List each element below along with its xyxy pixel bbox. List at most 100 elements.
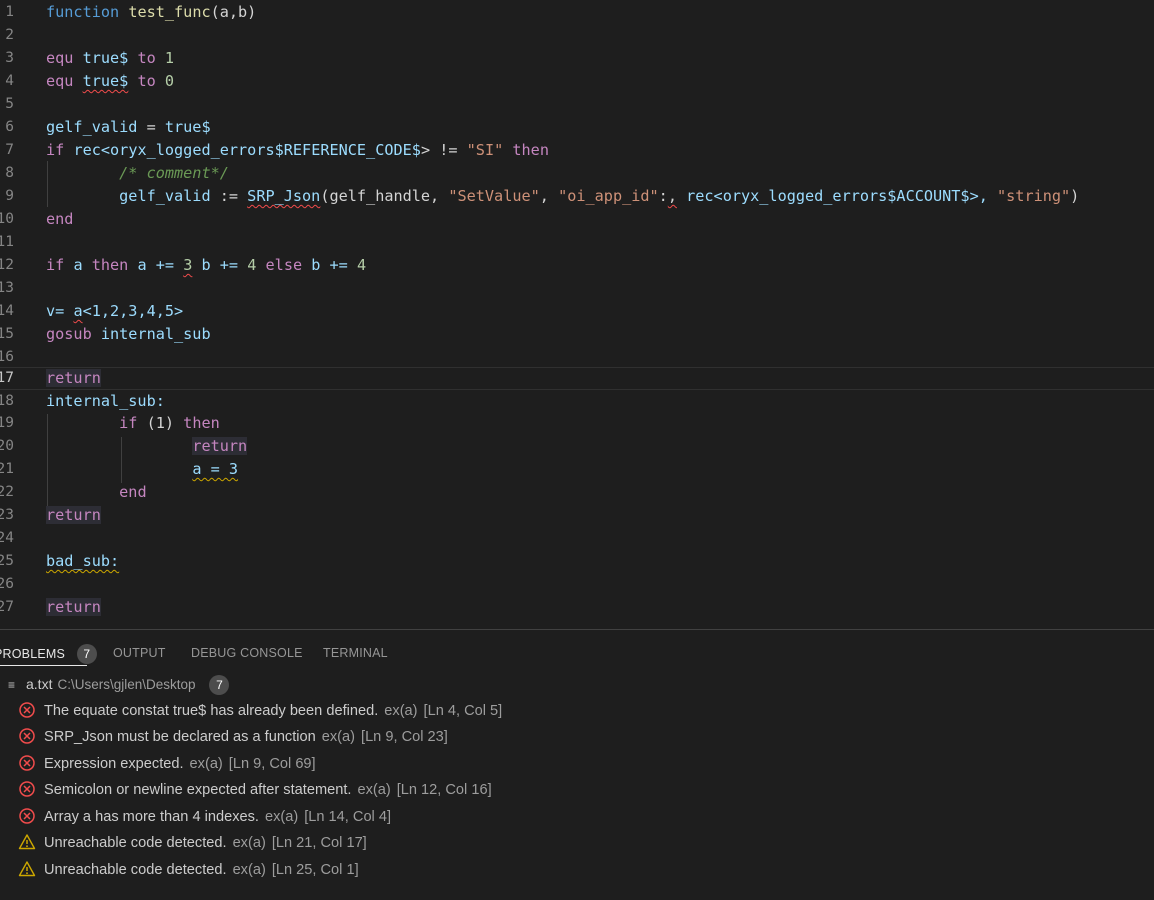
keyword: to	[137, 49, 156, 67]
line-number: 16	[0, 349, 14, 365]
code-line: 21 a = 3	[0, 458, 1154, 481]
code-line: 7 if rec<oryx_logged_errors$REFERENCE_CO…	[0, 139, 1154, 162]
keyword: then	[512, 141, 549, 159]
code-line: 16	[0, 346, 1154, 369]
problem-item[interactable]: Unreachable code detected. ex(a) [Ln 21, C…	[18, 830, 367, 856]
panel-tabs: PROBLEMS 7 OUTPUT DEBUG CONSOLE TERMINAL	[0, 630, 1154, 672]
variable: rec<	[73, 141, 111, 159]
keyword: return	[46, 598, 101, 616]
code-line: 2	[0, 24, 1154, 47]
line-number: 14	[0, 303, 14, 319]
line-number: 4	[5, 73, 14, 89]
variable: $REFERENCE_CODE$	[274, 141, 421, 159]
error-circle-icon	[19, 702, 35, 718]
variable: v=	[46, 302, 74, 320]
array-index: <1,2,3,4,5>	[82, 302, 184, 320]
code-line: 9 gelf_valid := SRP_Json(gelf_handle, "S…	[0, 185, 1154, 208]
line-number: 5	[5, 96, 14, 112]
keyword: to	[137, 72, 156, 90]
problem-source: ex(a)	[232, 862, 266, 878]
keyword: if	[46, 141, 65, 159]
line-number: 6	[5, 119, 14, 135]
code-line: 15 gosub internal_sub	[0, 323, 1154, 346]
error-circle-icon	[19, 808, 35, 824]
problem-item[interactable]: SRP_Json must be declared as a function e…	[18, 724, 448, 750]
keyword: equ	[46, 49, 74, 67]
args: (gelf_handle,	[320, 187, 449, 205]
problem-message: SRP_Json must be declared as a function	[44, 729, 316, 745]
line-number: 2	[5, 27, 14, 43]
tab-terminal[interactable]: TERMINAL	[323, 646, 388, 660]
line-number: 17	[0, 370, 14, 386]
warning-triangle-icon	[18, 834, 36, 850]
line-number: 7	[5, 142, 14, 158]
keyword: return	[192, 437, 248, 455]
variable: true$	[82, 49, 129, 67]
tab-problems[interactable]: PROBLEMS 7	[0, 644, 97, 664]
params: (a,b)	[210, 3, 257, 21]
problems-file-group[interactable]: ≡ a.txt C:\Users\gjlen\Desktop 7	[8, 675, 230, 697]
code-editor[interactable]: 1 function test_func(a,b) 2 3 equ true$ …	[0, 0, 1154, 628]
problem-message: The equate constat true$ has already bee…	[44, 703, 379, 719]
line-number: 13	[0, 280, 14, 296]
variable: b +=	[302, 256, 357, 274]
number: 4	[247, 256, 257, 274]
keyword: if	[46, 256, 65, 274]
keyword: then	[183, 414, 220, 432]
tab-output[interactable]: OUTPUT	[113, 646, 166, 660]
file-name: a.txt	[26, 676, 53, 692]
variable: b +=	[192, 256, 248, 274]
variable-error: true$	[82, 72, 129, 90]
problem-item[interactable]: Array a has more than 4 indexes. ex(a) [Ln…	[18, 804, 391, 830]
code-line: 12 if a then a += 3 b += 4 else b += 4	[0, 254, 1154, 277]
error-circle-icon	[19, 728, 35, 744]
problem-item[interactable]: Expression expected. ex(a) [Ln 9, Col 69]	[18, 751, 316, 777]
problem-location: [Ln 14, Col 4]	[304, 809, 392, 825]
problem-location: [Ln 21, Col 17]	[271, 835, 367, 851]
variable: a	[64, 256, 92, 274]
code-line: 26	[0, 573, 1154, 596]
code-line: 13	[0, 277, 1154, 300]
problem-item[interactable]: The equate constat true$ has already bee…	[18, 698, 502, 724]
code-line: 5	[0, 93, 1154, 116]
problem-message: Array a has more than 4 indexes.	[44, 809, 259, 825]
operator-error: ,	[667, 187, 677, 205]
code-line: 23 return	[0, 504, 1154, 527]
problem-location: [Ln 9, Col 69]	[228, 756, 316, 772]
function-error: SRP_Json	[247, 187, 321, 205]
operator: :=	[210, 187, 248, 205]
problem-source: ex(a)	[189, 756, 223, 772]
line-number: 12	[0, 257, 14, 273]
problem-item[interactable]: Unreachable code detected. ex(a) [Ln 25, C…	[18, 857, 359, 883]
keyword: if	[119, 414, 138, 432]
line-number: 27	[0, 599, 14, 615]
lines-icon: ≡	[8, 678, 16, 692]
number-error: 3	[183, 256, 193, 274]
tab-debug-console[interactable]: DEBUG CONSOLE	[191, 646, 303, 660]
problem-item[interactable]: Semicolon or newline expected after stat…	[18, 777, 492, 803]
code-line: 3 equ true$ to 1	[0, 47, 1154, 70]
code-line: 11	[0, 231, 1154, 254]
problem-location: [Ln 4, Col 5]	[423, 703, 503, 719]
code-line: 22 end	[0, 481, 1154, 504]
comment: /* comment*/	[119, 164, 229, 182]
label-warning: bad_sub:	[46, 552, 120, 570]
variable: gelf_valid	[46, 118, 138, 136]
problem-source: ex(a)	[357, 782, 391, 798]
bottom-panel: PROBLEMS 7 OUTPUT DEBUG CONSOLE TERMINAL…	[0, 629, 1154, 900]
error-circle-icon	[19, 781, 35, 797]
code-line: 14 v= a<1,2,3,4,5>	[0, 300, 1154, 323]
code-line: 27 return	[0, 596, 1154, 619]
variable: gelf_valid	[119, 187, 211, 205]
problem-location: [Ln 12, Col 16]	[396, 782, 492, 798]
problem-source: ex(a)	[264, 809, 299, 825]
problem-message: Unreachable code detected.	[44, 835, 227, 851]
tab-label: PROBLEMS	[0, 647, 66, 661]
string: "oi_app_id"	[558, 187, 659, 205]
variable: rec<oryx_logged_errors$ACCOUNT$>,	[676, 187, 998, 205]
keyword: gosub	[46, 325, 92, 343]
expression: (1)	[137, 414, 184, 432]
code-line: 1 function test_func(a,b)	[0, 1, 1154, 24]
keyword: return	[46, 369, 101, 387]
problem-source: ex(a)	[232, 835, 266, 851]
